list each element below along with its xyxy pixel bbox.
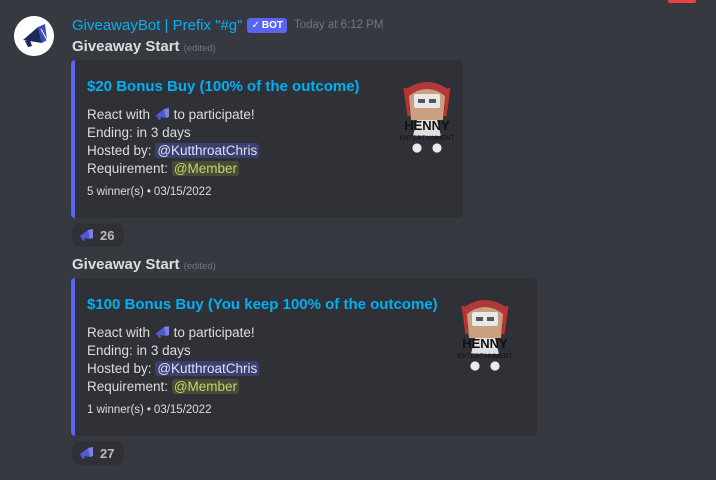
- end-date: 03/15/2022: [153, 404, 212, 416]
- edited-label: (edited): [183, 261, 216, 272]
- requirement-line: Requirement: @Member: [87, 161, 240, 176]
- embed-footer: 5 winner(s) • 03/15/2022: [87, 186, 211, 198]
- megaphone-emoji-icon: [79, 447, 93, 459]
- megaphone-emoji-icon: [154, 326, 169, 338]
- bot-tag: ✓ BOT: [247, 17, 287, 33]
- svg-text:ENTERTAINMENT: ENTERTAINMENT: [458, 353, 513, 360]
- role-mention[interactable]: @Member: [171, 161, 240, 176]
- message-content: Giveaway Start (edited): [72, 38, 216, 56]
- embed-title[interactable]: $100 Bonus Buy (You keep 100% of the out…: [87, 296, 438, 313]
- edited-label: (edited): [183, 43, 216, 54]
- henny-logo-icon: HENNY ENTERTAINMENT: [458, 300, 513, 372]
- notification-tab: [668, 0, 696, 3]
- message-timestamp[interactable]: Today at 6:12 PM: [294, 19, 384, 31]
- check-icon: ✓: [251, 19, 260, 31]
- reaction-button[interactable]: 27: [72, 441, 124, 465]
- reaction-button[interactable]: 26: [72, 223, 124, 247]
- megaphone-emoji-icon: [79, 229, 93, 241]
- message-content: Giveaway Start (edited): [72, 256, 216, 274]
- embed-thumbnail[interactable]: HENNY ENTERTAINMENT: [445, 294, 525, 374]
- message-title: Giveaway Start: [72, 256, 180, 273]
- ending-value: in 3 days: [136, 343, 191, 358]
- megaphone-emoji-icon: [154, 108, 169, 120]
- host-line: Hosted by: @KutthroatChris: [87, 143, 260, 158]
- end-date: 03/15/2022: [153, 186, 212, 198]
- message-header: GiveawayBot | Prefix "#g" ✓ BOT Today at…: [72, 15, 383, 35]
- footer-bullet: •: [146, 186, 151, 198]
- message-title: Giveaway Start: [72, 38, 180, 55]
- host-line: Hosted by: @KutthroatChris: [87, 361, 260, 376]
- svg-text:ENTERTAINMENT: ENTERTAINMENT: [400, 135, 455, 142]
- bot-tag-label: BOT: [261, 19, 283, 31]
- bot-username[interactable]: GiveawayBot | Prefix "#g": [72, 17, 242, 34]
- megaphone-icon: [14, 16, 54, 56]
- svg-text:HENNY: HENNY: [462, 336, 508, 351]
- svg-text:HENNY: HENNY: [404, 118, 450, 133]
- ending-value: in 3 days: [136, 125, 191, 140]
- embed-title[interactable]: $20 Bonus Buy (100% of the outcome): [87, 78, 360, 95]
- footer-bullet: •: [146, 404, 151, 416]
- bot-avatar[interactable]: [14, 16, 54, 56]
- ending-line: Ending: in 3 days: [87, 125, 191, 140]
- giveaway-embed: $20 Bonus Buy (100% of the outcome) Reac…: [71, 60, 463, 218]
- host-mention[interactable]: @KutthroatChris: [155, 361, 260, 376]
- embed-footer: 1 winner(s) • 03/15/2022: [87, 404, 211, 416]
- reaction-count: 27: [100, 445, 115, 461]
- host-mention[interactable]: @KutthroatChris: [155, 143, 260, 158]
- reaction-count: 26: [100, 227, 115, 243]
- ending-line: Ending: in 3 days: [87, 343, 191, 358]
- embed-description: React with to participate! Ending: in 3 …: [87, 106, 260, 178]
- henny-logo-icon: HENNY ENTERTAINMENT: [400, 82, 455, 154]
- react-line: React with to participate!: [87, 325, 255, 340]
- winner-count: 1 winner(s): [87, 404, 144, 416]
- winner-count: 5 winner(s): [87, 186, 144, 198]
- react-line: React with to participate!: [87, 107, 255, 122]
- role-mention[interactable]: @Member: [171, 379, 240, 394]
- requirement-line: Requirement: @Member: [87, 379, 240, 394]
- giveaway-embed: $100 Bonus Buy (You keep 100% of the out…: [71, 278, 537, 436]
- embed-thumbnail[interactable]: HENNY ENTERTAINMENT: [387, 76, 467, 156]
- embed-description: React with to participate! Ending: in 3 …: [87, 324, 260, 396]
